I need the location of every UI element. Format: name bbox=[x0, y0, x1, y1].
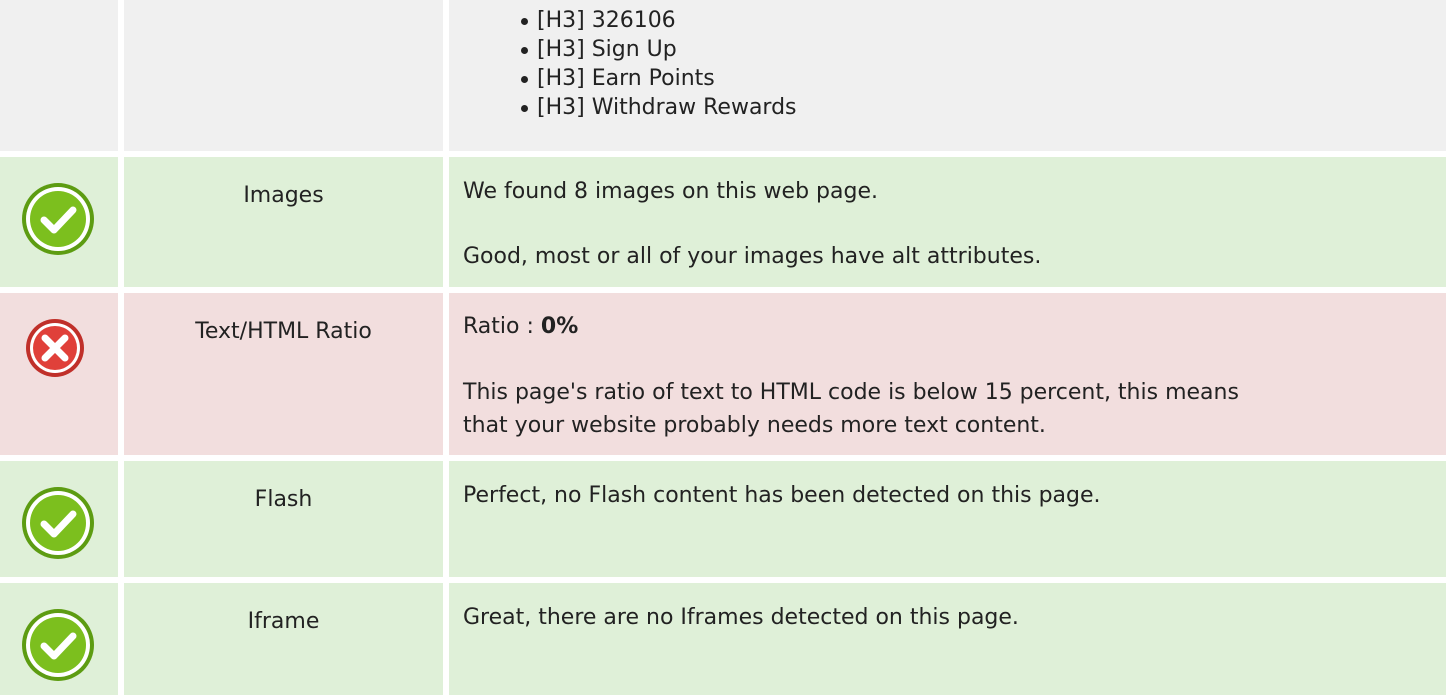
iframe-text: Great, there are no Iframes detected on … bbox=[463, 605, 1019, 630]
iframe-row: Iframe Great, there are no Iframes detec… bbox=[0, 583, 1446, 695]
icon-cell bbox=[0, 583, 118, 695]
label-cell: Iframe bbox=[124, 583, 443, 695]
ratio-row: Text/HTML Ratio Ratio : 0% This page's r… bbox=[0, 293, 1446, 455]
check-circle-icon bbox=[20, 607, 96, 683]
list-item: [H3] 326106 bbox=[521, 6, 797, 35]
seo-report: [H3] 326106 [H3] Sign Up [H3] Earn Point… bbox=[0, 0, 1446, 695]
icon-cell bbox=[0, 0, 118, 151]
ratio-explanation: This page's ratio of text to HTML code i… bbox=[463, 376, 1426, 442]
list-item: [H3] Sign Up bbox=[521, 35, 797, 64]
row-label: Iframe bbox=[247, 609, 320, 634]
label-cell bbox=[124, 0, 443, 151]
icon-cell bbox=[0, 157, 118, 287]
icon-cell bbox=[0, 461, 118, 577]
label-cell: Flash bbox=[124, 461, 443, 577]
content-cell: Perfect, no Flash content has been detec… bbox=[449, 461, 1446, 577]
content-cell: [H3] 326106 [H3] Sign Up [H3] Earn Point… bbox=[449, 0, 1446, 151]
ratio-explanation-line: This page's ratio of text to HTML code i… bbox=[463, 380, 1239, 405]
headings-list: [H3] 326106 [H3] Sign Up [H3] Earn Point… bbox=[521, 6, 797, 122]
ratio-value: 0% bbox=[540, 314, 579, 339]
list-item: [H3] Earn Points bbox=[521, 64, 797, 93]
cross-circle-icon bbox=[25, 318, 85, 378]
images-count-text: We found 8 images on this web page. bbox=[463, 179, 878, 204]
flash-row: Flash Perfect, no Flash content has been… bbox=[0, 461, 1446, 577]
check-circle-icon bbox=[20, 181, 96, 257]
ratio-prefix: Ratio : bbox=[463, 314, 541, 339]
images-row: Images We found 8 images on this web pag… bbox=[0, 157, 1446, 287]
row-label: Images bbox=[243, 183, 324, 208]
row-label: Flash bbox=[254, 487, 313, 512]
headings-row: [H3] 326106 [H3] Sign Up [H3] Earn Point… bbox=[0, 0, 1446, 151]
content-cell: Ratio : 0% This page's ratio of text to … bbox=[449, 293, 1446, 455]
row-label: Text/HTML Ratio bbox=[195, 319, 372, 344]
label-cell: Text/HTML Ratio bbox=[124, 293, 443, 455]
ratio-explanation-line: that your website probably needs more te… bbox=[463, 413, 1046, 438]
list-item: [H3] Withdraw Rewards bbox=[521, 95, 797, 120]
flash-text: Perfect, no Flash content has been detec… bbox=[463, 483, 1101, 508]
content-cell: We found 8 images on this web page. Good… bbox=[449, 157, 1446, 287]
content-cell: Great, there are no Iframes detected on … bbox=[449, 583, 1446, 695]
ratio-line: Ratio : 0% bbox=[463, 310, 1426, 343]
icon-cell bbox=[0, 293, 118, 455]
label-cell: Images bbox=[124, 157, 443, 287]
images-alt-text: Good, most or all of your images have al… bbox=[463, 244, 1042, 269]
check-circle-icon bbox=[20, 485, 96, 561]
